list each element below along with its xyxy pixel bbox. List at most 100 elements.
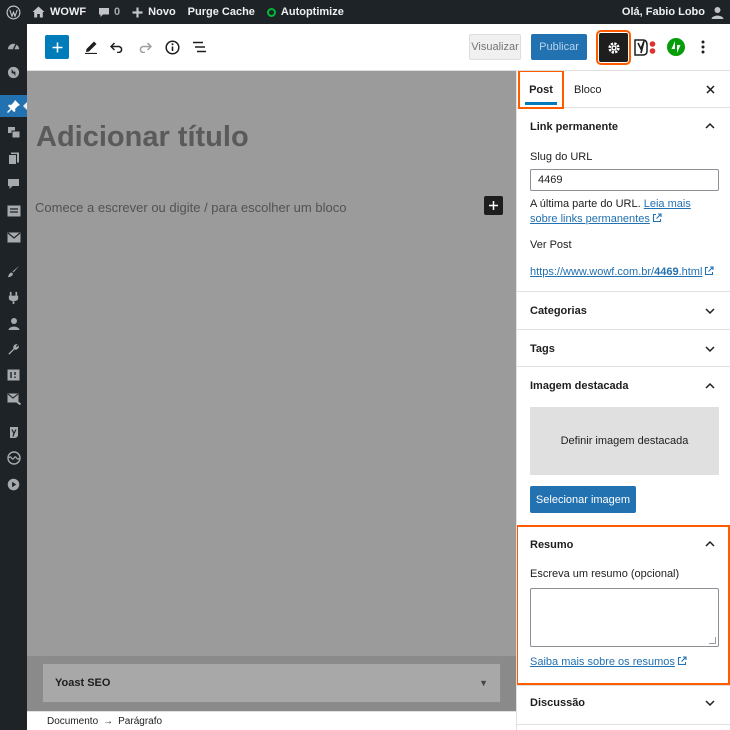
dashboard-icon[interactable] (0, 35, 27, 57)
permalink-panel: Link permanente Slug do URL 4469 A últim… (517, 108, 730, 292)
excerpt-learn-more[interactable]: Saiba mais sobre os resumos (530, 656, 687, 668)
view-post-label: Ver Post (530, 239, 572, 251)
admin-menu (0, 24, 28, 730)
permalink-help: A última parte do URL. Leia mais sobre l… (530, 197, 720, 227)
tags-panel-title[interactable]: Tags (530, 343, 555, 355)
jetpack-menu-icon[interactable] (0, 61, 27, 83)
forms-icon[interactable] (0, 200, 27, 222)
select-image-button[interactable]: Selecionar imagem (530, 486, 636, 513)
autoptimize-label: Autoptimize (280, 6, 344, 18)
posts-pin-icon[interactable] (0, 95, 28, 117)
jetpack-icon[interactable] (667, 38, 685, 56)
chevron-up-icon[interactable] (705, 539, 715, 549)
tab-block[interactable]: Bloco (574, 71, 602, 108)
caret-down-icon: ▼ (479, 678, 488, 688)
excerpt-textarea[interactable] (530, 588, 719, 647)
comment-icon (99, 7, 110, 17)
chevron-up-icon[interactable] (705, 121, 715, 131)
site-name: WOWF (50, 6, 87, 18)
metabox-area: Yoast SEO ▼ (27, 656, 516, 712)
set-featured-image-box[interactable]: Definir imagem destacada (530, 407, 719, 475)
appearance-brush-icon[interactable] (0, 260, 27, 282)
url-suffix: .html (678, 266, 703, 278)
excerpt-panel: Resumo Escreva um resumo (opcional) Saib… (517, 525, 730, 685)
user-greeting: Olá, Fabio Lobo (621, 6, 705, 18)
close-icon[interactable] (703, 82, 717, 96)
settings-sidebar: Post Bloco Link permanente Slug do URL 4… (516, 71, 730, 730)
comments-link[interactable]: 0 (92, 0, 126, 24)
publish-button[interactable]: Publicar (531, 34, 587, 60)
avatar (711, 6, 724, 19)
yoast-menu-icon[interactable] (0, 421, 27, 443)
slug-label: Slug do URL (530, 151, 593, 163)
categories-panel-title[interactable]: Categorias (530, 305, 587, 317)
autoptimize-link[interactable]: Autoptimize (261, 0, 350, 24)
tools-pencil-icon[interactable] (81, 37, 101, 57)
media-icon[interactable] (0, 121, 27, 143)
yoast-icon (634, 39, 656, 56)
mail-tools-icon[interactable] (0, 388, 27, 410)
excerpt-field-label: Escreva um resumo (opcional) (530, 568, 680, 580)
tools-wrench-icon[interactable] (0, 338, 27, 360)
external-link-icon (677, 656, 687, 666)
yoast-seo-button[interactable] (633, 36, 657, 58)
redo-icon[interactable] (135, 37, 155, 57)
breadcrumb-document[interactable]: Documento (47, 716, 98, 727)
chevron-up-icon[interactable] (705, 381, 715, 391)
purge-cache-label: Purge Cache (187, 6, 255, 18)
url-prefix: https://www.wowf.com.br/ (530, 266, 655, 278)
excerpt-learn-more-link[interactable]: Saiba mais sobre os resumos (530, 656, 675, 668)
chevron-down-icon[interactable] (705, 306, 715, 316)
categories-panel[interactable]: Categorias (517, 292, 730, 330)
more-options-icon[interactable] (697, 37, 709, 57)
list-view-icon[interactable] (189, 37, 209, 57)
breadcrumb-current[interactable]: Parágrafo (118, 716, 162, 727)
info-icon[interactable] (162, 37, 182, 57)
permalink-help-text: A última parte do URL. (530, 198, 641, 210)
post-title-input[interactable]: Adicionar título (36, 121, 249, 154)
comments-count: 0 (114, 6, 121, 18)
inline-add-block-button[interactable] (484, 196, 503, 215)
pages-icon[interactable] (0, 147, 27, 169)
wordpress-logo-icon[interactable] (0, 0, 26, 24)
new-content-link[interactable]: Novo (126, 0, 182, 24)
preview-button[interactable]: Visualizar (469, 34, 521, 60)
yoast-seo-metabox[interactable]: Yoast SEO ▼ (42, 663, 501, 703)
post-url-link[interactable]: https://www.wowf.com.br/4469.html (530, 266, 714, 278)
featured-image-panel-title[interactable]: Imagem destacada (530, 380, 628, 392)
undo-icon[interactable] (107, 37, 127, 57)
slug-input[interactable]: 4469 (530, 169, 719, 191)
comments-menu-icon[interactable] (0, 173, 27, 195)
gear-icon (607, 41, 620, 54)
home-icon (32, 6, 45, 18)
add-block-button[interactable] (45, 35, 69, 59)
new-label: Novo (148, 6, 176, 18)
tab-post[interactable]: Post (518, 71, 564, 109)
analytics-wave-icon[interactable] (0, 447, 27, 469)
breadcrumb-separator: → (103, 715, 114, 727)
settings-button[interactable] (596, 30, 631, 65)
chevron-down-icon[interactable] (705, 344, 715, 354)
plugins-icon[interactable] (0, 286, 27, 308)
permalink-panel-title[interactable]: Link permanente (530, 121, 618, 133)
paragraph-block-placeholder[interactable]: Comece a escrever ou digite / para escol… (35, 200, 346, 215)
user-account-link[interactable]: Olá, Fabio Lobo (616, 0, 730, 24)
users-icon[interactable] (0, 312, 27, 334)
sidebar-tabs: Post Bloco (517, 71, 730, 109)
tags-panel[interactable]: Tags (517, 330, 730, 367)
external-link-icon (705, 266, 714, 276)
discussion-panel[interactable]: Discussão (517, 685, 730, 725)
play-circle-icon[interactable] (0, 473, 27, 495)
plus-icon (52, 42, 62, 52)
site-home-link[interactable]: WOWF (26, 0, 92, 24)
purge-cache-link[interactable]: Purge Cache (182, 0, 261, 24)
email-icon[interactable] (0, 226, 27, 248)
yoast-metabox-title: Yoast SEO (55, 677, 111, 689)
plus-icon (489, 201, 498, 210)
settings-icon[interactable] (0, 364, 27, 386)
discussion-panel-title[interactable]: Discussão (530, 697, 585, 709)
chevron-down-icon[interactable] (705, 698, 715, 708)
plus-icon (132, 7, 143, 17)
excerpt-panel-title[interactable]: Resumo (530, 539, 573, 551)
editor-toolbar: Visualizar Publicar (27, 24, 730, 71)
